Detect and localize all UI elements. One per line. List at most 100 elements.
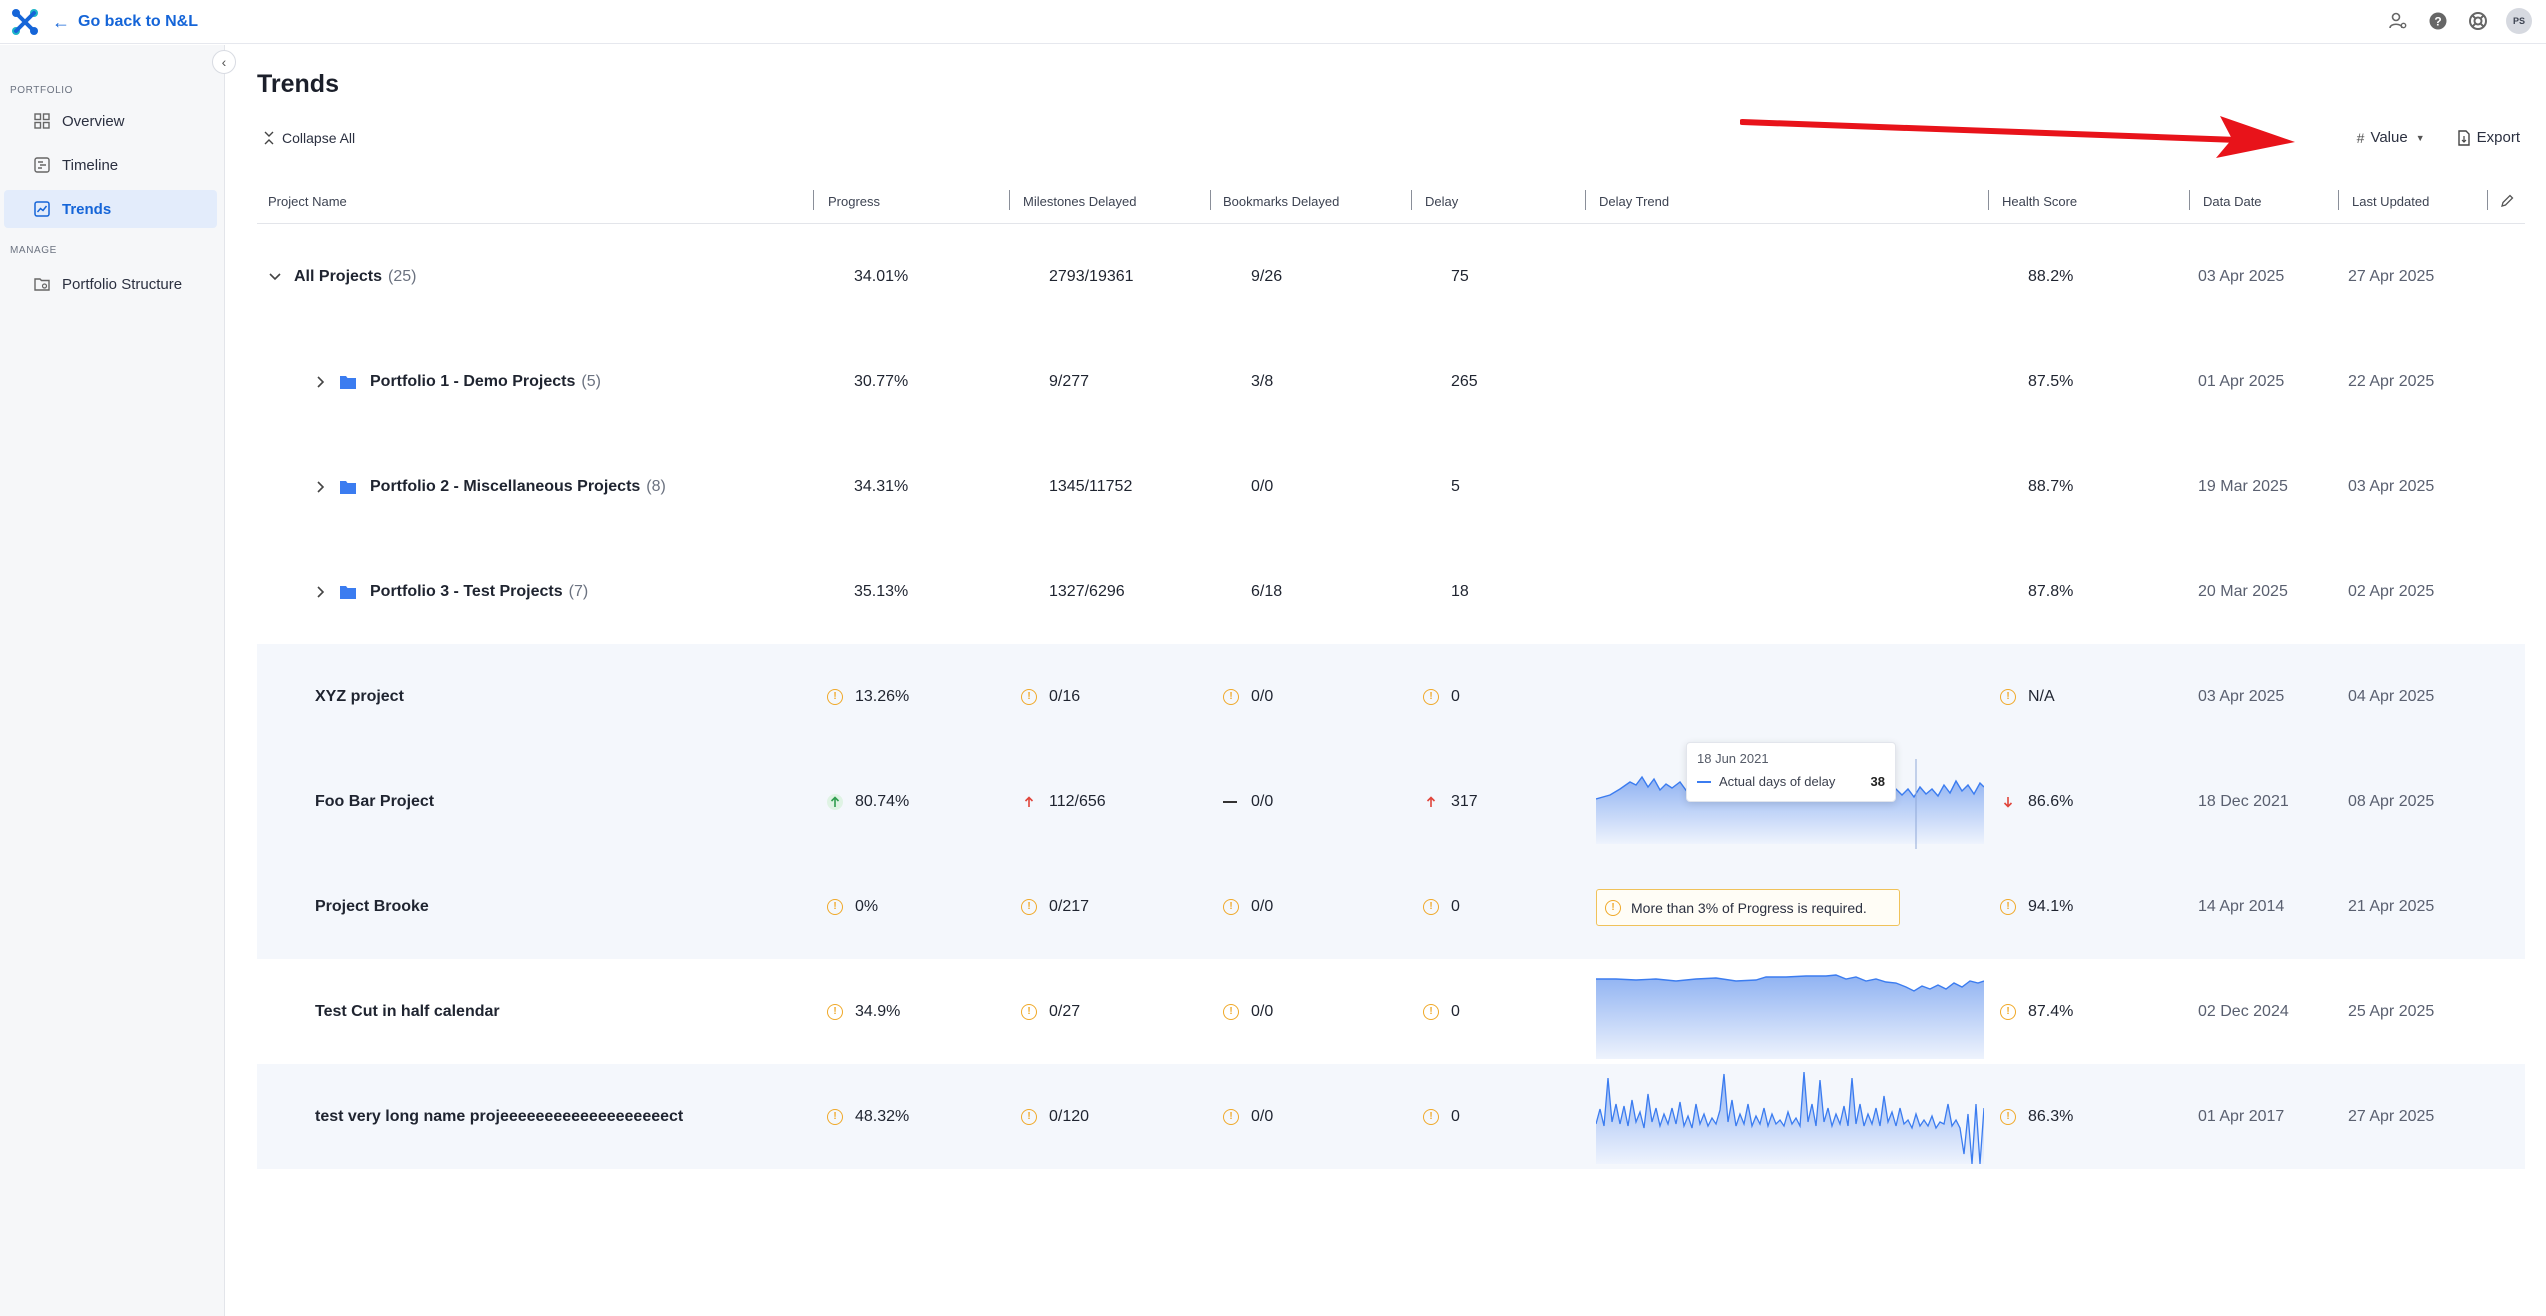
column-header-project-name[interactable]: Project Name (268, 178, 347, 224)
warning-icon: ! (1423, 1003, 1439, 1020)
column-resize-handle[interactable] (1210, 190, 1211, 210)
column-resize-handle[interactable] (2189, 190, 2190, 210)
help-icon[interactable]: ? (2426, 9, 2450, 33)
user-settings-icon[interactable] (2386, 9, 2410, 33)
data-date-value: 03 Apr 2025 (2198, 687, 2285, 705)
table-row[interactable]: Portfolio 2 - Miscellaneous Projects (8)… (257, 434, 2525, 539)
sidebar-item-timeline[interactable]: Timeline (4, 146, 217, 184)
warning-icon: ! (1021, 688, 1037, 705)
table-row[interactable]: Project Brooke ! 0% ! 0/217 ! 0/0 ! 0 ! 94.1%… (257, 854, 2525, 959)
milestones-value: 9/277 (1049, 372, 1090, 390)
column-resize-handle[interactable] (2487, 190, 2488, 210)
sidebar-section-manage: MANAGE (10, 245, 57, 256)
column-header-milestones-delayed[interactable]: Milestones Delayed (1023, 178, 1136, 224)
warning-icon: ! (1423, 898, 1439, 915)
sidebar: PORTFOLIO Overview Timeline Trends MANAG… (0, 45, 225, 1316)
column-header-health-score[interactable]: Health Score (2002, 178, 2077, 224)
sparkline-chart[interactable] (1596, 959, 1984, 1064)
value-dropdown[interactable]: # Value ▼ (2357, 129, 2425, 146)
delay-value: 18 (1451, 582, 1469, 600)
column-header-bookmarks-delayed[interactable]: Bookmarks Delayed (1223, 178, 1339, 224)
folder-settings-icon (34, 278, 50, 291)
chevron-right-icon[interactable] (314, 375, 328, 389)
sidebar-item-label: Trends (62, 200, 112, 218)
avatar[interactable]: PS (2506, 8, 2532, 34)
caret-down-icon: ▼ (2415, 132, 2425, 143)
project-name-cell: Portfolio 3 - Test Projects (7) (314, 539, 588, 644)
chevron-down-icon[interactable] (268, 270, 282, 284)
column-header-data-date[interactable]: Data Date (2203, 178, 2262, 224)
bookmarks-value: 6/18 (1251, 582, 1283, 600)
sidebar-collapse-button[interactable]: ‹ (212, 50, 236, 74)
delay-trend-sparkline[interactable] (1596, 959, 1984, 1064)
table-row[interactable]: Portfolio 1 - Demo Projects (5) 30.77% 9… (257, 329, 2525, 434)
sidebar-item-portfolio-structure[interactable]: Portfolio Structure (4, 265, 217, 303)
project-count: (7) (568, 582, 589, 600)
milestones-cell: 112/656 (1021, 749, 1106, 854)
milestones-value: 0/27 (1049, 1002, 1081, 1020)
project-name: Portfolio 1 - Demo Projects (370, 372, 576, 390)
delay-cell: ! 0 (1423, 854, 1460, 959)
progress-value: 34.9% (855, 1002, 901, 1020)
data-date-value: 19 Mar 2025 (2198, 477, 2288, 495)
last-updated-value: 22 Apr 2025 (2348, 372, 2435, 390)
grid-icon (34, 113, 50, 129)
milestones-value: 0/217 (1049, 897, 1090, 915)
delay-cell: ! 0 (1423, 1064, 1460, 1169)
sidebar-item-trends[interactable]: Trends (4, 190, 217, 228)
table-row[interactable]: Portfolio 3 - Test Projects (7) 35.13% 1… (257, 539, 2525, 644)
delay-value: 317 (1451, 792, 1478, 810)
delay-value: 0 (1451, 897, 1460, 915)
column-header-delay[interactable]: Delay (1425, 178, 1458, 224)
column-resize-handle[interactable] (1009, 190, 1010, 210)
project-name-cell: Portfolio 1 - Demo Projects (5) (314, 329, 601, 434)
health-value: 87.4% (2028, 1002, 2074, 1020)
collapse-all-button[interactable]: Collapse All (264, 130, 355, 146)
go-back-link[interactable]: ← Go back to N&L (52, 8, 198, 36)
last-updated-value: 21 Apr 2025 (2348, 897, 2435, 915)
column-header-progress[interactable]: Progress (828, 178, 880, 224)
sparkline-tooltip: 18 Jun 2021 Actual days of delay 38 (1686, 742, 1896, 802)
support-icon[interactable] (2466, 9, 2490, 33)
sidebar-item-overview[interactable]: Overview (4, 102, 217, 140)
column-header-delay-trend[interactable]: Delay Trend (1599, 178, 1669, 224)
chevron-right-icon[interactable] (314, 480, 328, 494)
health-value: 88.2% (2028, 267, 2074, 285)
collapse-all-label: Collapse All (282, 130, 356, 146)
table-row[interactable]: Test Cut in half calendar ! 34.9% ! 0/27 !… (257, 959, 2525, 1064)
delay-value: 0 (1451, 1002, 1460, 1020)
column-resize-handle[interactable] (1585, 190, 1586, 210)
chevron-right-icon[interactable] (314, 585, 328, 599)
health-value: 87.8% (2028, 582, 2074, 600)
app-logo-icon[interactable] (10, 7, 40, 37)
progress-cell: ! 0% (827, 854, 878, 959)
table-row[interactable]: XYZ project ! 13.26% ! 0/16 ! 0/0 ! 0 ! N/A 0… (257, 644, 2525, 749)
export-button[interactable]: Export (2457, 129, 2520, 146)
delay-trend-sparkline[interactable] (1596, 1064, 1984, 1169)
data-date-value: 01 Apr 2025 (2198, 372, 2285, 390)
tooltip-date: 18 Jun 2021 (1697, 751, 1769, 766)
column-resize-handle[interactable] (1411, 190, 1412, 210)
column-resize-handle[interactable] (813, 190, 814, 210)
table-row[interactable]: test very long name projeeeeeeeeeeeeeeee… (257, 1064, 2525, 1169)
table-row[interactable]: All Projects (25) 34.01% 2793/19361 9/26… (257, 224, 2525, 329)
column-resize-handle[interactable] (2338, 190, 2339, 210)
page-title: Trends (257, 70, 339, 98)
delay-value: 5 (1451, 477, 1460, 495)
health-cell: ! N/A (2000, 644, 2055, 749)
progress-value: 80.74% (855, 792, 910, 810)
project-count: (5) (581, 372, 601, 390)
health-cell: ! 86.3% (2000, 1064, 2073, 1169)
table-row[interactable]: Foo Bar Project 80.74% 112/656 0/0 317 8… (257, 749, 2525, 854)
column-header-last-updated[interactable]: Last Updated (2352, 178, 2429, 224)
trends-table: Project Name Progress Milestones Delayed… (257, 178, 2525, 1169)
bookmarks-value: 0/0 (1251, 1002, 1274, 1020)
column-resize-handle[interactable] (1988, 190, 1989, 210)
sparkline-chart[interactable] (1596, 1064, 1984, 1169)
warning-icon: ! (1223, 1003, 1239, 1020)
delay-value: 75 (1451, 267, 1469, 285)
last-updated-value: 08 Apr 2025 (2348, 792, 2435, 810)
edit-columns-button[interactable] (2500, 178, 2514, 224)
delay-cell: 317 (1423, 749, 1478, 854)
project-name: Portfolio 2 - Miscellaneous Projects (370, 477, 641, 495)
